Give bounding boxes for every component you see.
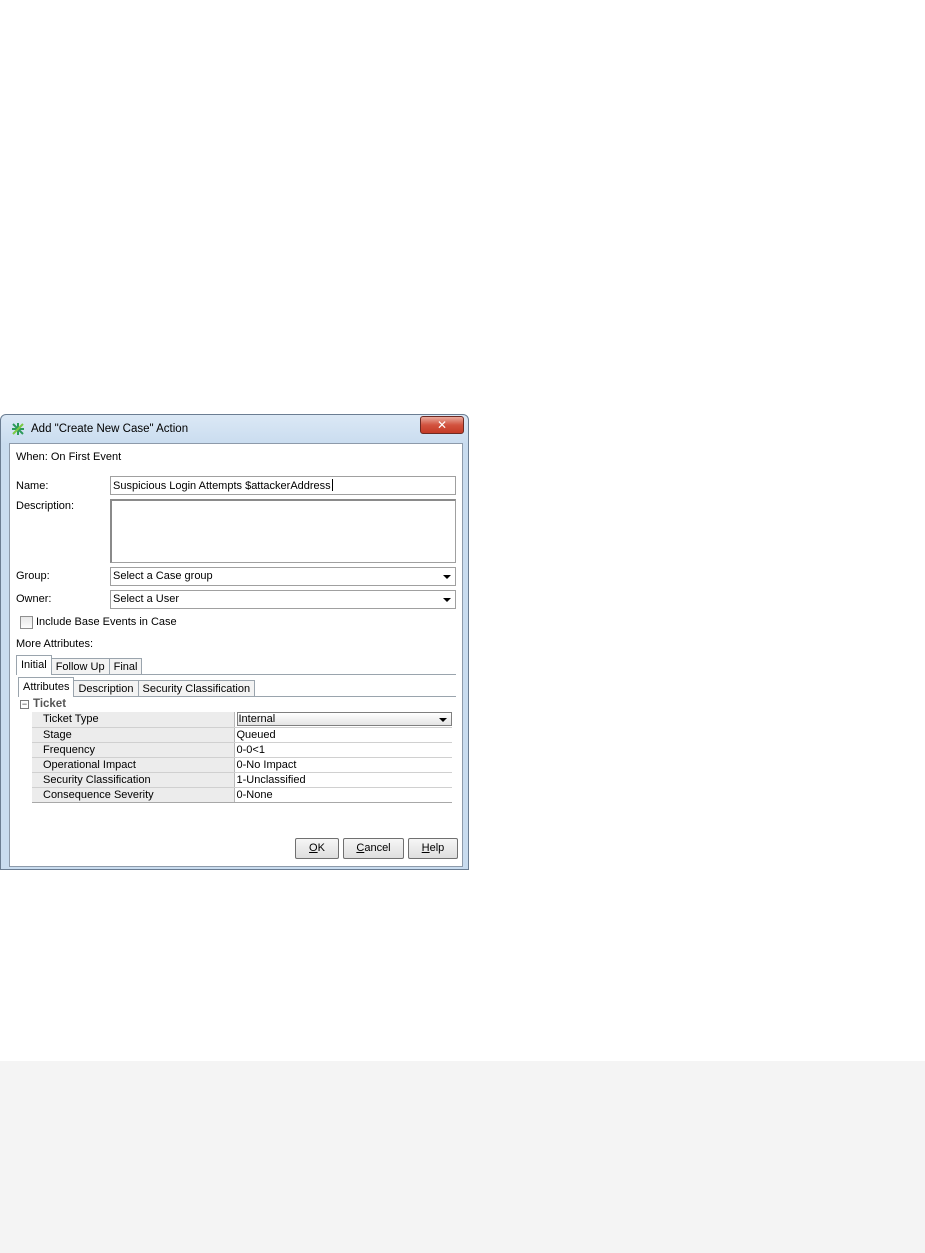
property-value[interactable]: Queued — [234, 727, 452, 743]
ok-button[interactable]: OK — [295, 838, 339, 859]
description-label: Description: — [16, 500, 75, 512]
ticket-property-table: Ticket Type Internal Stage Queued Freque… — [32, 712, 452, 803]
owner-select-value: Select a User — [113, 593, 180, 605]
chevron-down-icon — [439, 718, 447, 723]
background-panel — [0, 1061, 925, 1253]
table-row: Consequence Severity 0-None — [32, 787, 452, 803]
chevron-down-icon — [443, 598, 451, 602]
name-input[interactable]: Suspicious Login Attempts $attackerAddre… — [110, 476, 456, 495]
tab-initial[interactable]: Initial — [16, 655, 52, 675]
tab-follow-up[interactable]: Follow Up — [50, 658, 110, 675]
name-input-value: Suspicious Login Attempts $attackerAddre… — [113, 480, 331, 492]
property-key: Frequency — [32, 742, 235, 758]
owner-select[interactable]: Select a User — [110, 590, 456, 609]
ok-label: K — [317, 842, 325, 854]
group-select[interactable]: Select a Case group — [110, 567, 456, 586]
owner-label: Owner: — [16, 593, 52, 605]
collapse-icon[interactable]: − — [20, 700, 29, 709]
cancel-button[interactable]: Cancel — [343, 838, 404, 859]
cancel-label: ancel — [364, 842, 391, 854]
group-select-value: Select a Case group — [113, 570, 213, 582]
tab-description[interactable]: Description — [73, 680, 139, 697]
ticket-section-label: Ticket — [33, 698, 67, 710]
outer-tab-bar: Initial Follow Up Final — [16, 655, 143, 675]
ticket-type-value: Internal — [238, 713, 276, 726]
more-attributes-label: More Attributes: — [16, 638, 94, 650]
property-key: Operational Impact — [32, 757, 235, 773]
group-label: Group: — [16, 570, 50, 582]
text-caret — [331, 479, 333, 491]
help-label: elp — [429, 842, 445, 854]
ticket-type-cell[interactable]: Internal — [234, 712, 452, 728]
include-base-events-checkbox[interactable] — [20, 616, 33, 629]
help-mnemonic: H — [421, 842, 430, 854]
property-key: Stage — [32, 727, 235, 743]
table-row: Frequency 0-0<1 — [32, 742, 452, 758]
description-textarea[interactable] — [110, 499, 456, 563]
ok-mnemonic: O — [309, 842, 318, 854]
close-icon: ✕ — [436, 418, 448, 432]
property-key: Consequence Severity — [32, 787, 235, 803]
property-key: Ticket Type — [32, 712, 235, 728]
help-button[interactable]: Help — [408, 838, 458, 859]
title-bar[interactable]: Add "Create New Case" Action ✕ — [1, 415, 468, 443]
table-row: Stage Queued — [32, 727, 452, 743]
property-value[interactable]: 0-0<1 — [234, 742, 452, 758]
tab-attributes[interactable]: Attributes — [18, 677, 75, 697]
property-key: Security Classification — [32, 772, 235, 788]
dialog-title: Add "Create New Case" Action — [31, 423, 189, 435]
inner-tab-divider — [18, 696, 456, 697]
tab-security-classification[interactable]: Security Classification — [137, 680, 256, 697]
ticket-type-select[interactable]: Internal — [236, 712, 452, 727]
table-row: Security Classification 1-Unclassified — [32, 772, 452, 788]
property-value[interactable]: 1-Unclassified — [234, 772, 452, 788]
tab-final[interactable]: Final — [108, 658, 143, 675]
table-row: Operational Impact 0-No Impact — [32, 757, 452, 773]
include-base-events-label: Include Base Events in Case — [36, 616, 177, 628]
case-action-icon — [12, 423, 24, 435]
chevron-down-icon — [443, 575, 451, 579]
name-label: Name: — [16, 480, 49, 492]
inner-tab-bar: Attributes Description Security Classifi… — [18, 677, 256, 697]
property-value[interactable]: 0-None — [234, 787, 452, 803]
table-row: Ticket Type Internal — [32, 712, 452, 728]
when-label: When: On First Event — [16, 451, 122, 463]
tab-divider — [16, 674, 456, 675]
close-button[interactable]: ✕ — [420, 416, 464, 434]
property-value[interactable]: 0-No Impact — [234, 757, 452, 773]
